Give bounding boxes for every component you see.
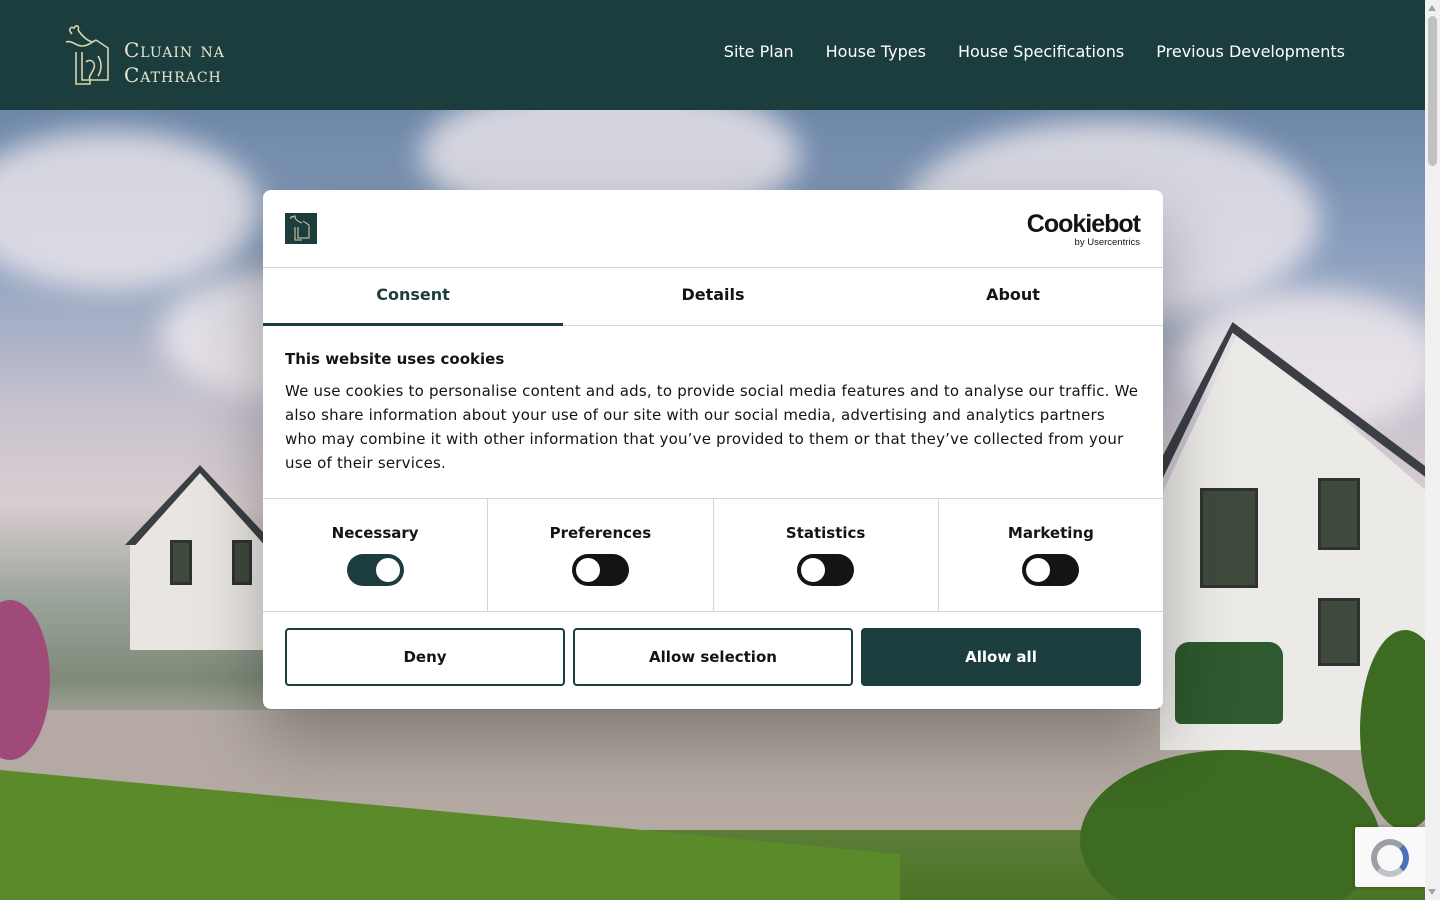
dialog-description: We use cookies to personalise content an… <box>285 382 1139 472</box>
toggle-statistics-label: Statistics <box>785 524 866 542</box>
toggle-necessary-label: Necessary <box>331 524 419 542</box>
dialog-header: Cookiebot by Usercentrics <box>263 190 1163 268</box>
dialog-title: This website uses cookies <box>285 350 505 368</box>
recaptcha-icon <box>1371 839 1409 877</box>
toggle-necessary-cell: Necessary <box>263 499 489 611</box>
cookiebot-brand[interactable]: Cookiebot by Usercentrics <box>1026 210 1141 249</box>
recaptcha-badge[interactable] <box>1355 827 1430 887</box>
stag-logo-icon <box>65 25 109 85</box>
deny-button[interactable]: Deny <box>285 628 565 686</box>
tab-about[interactable]: About <box>863 268 1163 325</box>
toggle-preferences-cell: Preferences <box>488 499 714 611</box>
dialog-body: This website uses cookies We use cookies… <box>263 326 1163 499</box>
site-logo-icon <box>285 213 317 244</box>
main-nav: Site Plan House Types House Specificatio… <box>724 42 1345 61</box>
site-header: Cluain na Cathrach Site Plan House Types… <box>0 0 1425 110</box>
cookiebot-byline: by Usercentrics <box>1074 237 1140 248</box>
logo-wordmark: Cluain na Cathrach <box>124 38 225 88</box>
scroll-up-arrow-icon[interactable] <box>1428 5 1436 11</box>
dialog-tabs: Consent Details About <box>263 268 1163 326</box>
toggle-marketing-cell: Marketing <box>939 499 1163 611</box>
scroll-down-arrow-icon[interactable] <box>1428 889 1436 895</box>
toggle-preferences-label: Preferences <box>549 524 652 542</box>
tab-consent[interactable]: Consent <box>263 268 563 326</box>
nav-previous-developments[interactable]: Previous Developments <box>1156 42 1345 61</box>
allow-selection-button[interactable]: Allow selection <box>573 628 853 686</box>
cookiebot-logo-text: Cookiebot <box>1026 210 1141 238</box>
scroll-thumb[interactable] <box>1428 16 1437 166</box>
car-illustration <box>1175 642 1283 724</box>
cookie-consent-dialog: Cookiebot by Usercentrics Consent Detail… <box>263 190 1163 709</box>
site-logo[interactable]: Cluain na Cathrach <box>62 22 272 90</box>
page-scrollbar[interactable] <box>1425 0 1440 900</box>
consent-toggles: Necessary Preferences Statistics Marketi… <box>263 499 1163 612</box>
toggle-marketing-label: Marketing <box>1007 524 1094 542</box>
logo-line-2: Cathrach <box>124 63 222 87</box>
stag-logo-small-icon <box>290 215 310 241</box>
nav-house-specifications[interactable]: House Specifications <box>958 42 1124 61</box>
dialog-actions: Deny Allow selection Allow all <box>263 612 1163 702</box>
nav-house-types[interactable]: House Types <box>826 42 926 61</box>
toggle-preferences-switch[interactable] <box>571 554 629 586</box>
tab-details[interactable]: Details <box>563 268 863 325</box>
toggle-necessary-switch[interactable] <box>346 554 404 586</box>
nav-site-plan[interactable]: Site Plan <box>724 42 794 61</box>
toggle-statistics-switch[interactable] <box>797 554 855 586</box>
toggle-statistics-cell: Statistics <box>714 499 939 611</box>
logo-line-1: Cluain na <box>124 38 225 62</box>
allow-all-button[interactable]: Allow all <box>861 628 1141 686</box>
toggle-marketing-switch[interactable] <box>1022 554 1080 586</box>
